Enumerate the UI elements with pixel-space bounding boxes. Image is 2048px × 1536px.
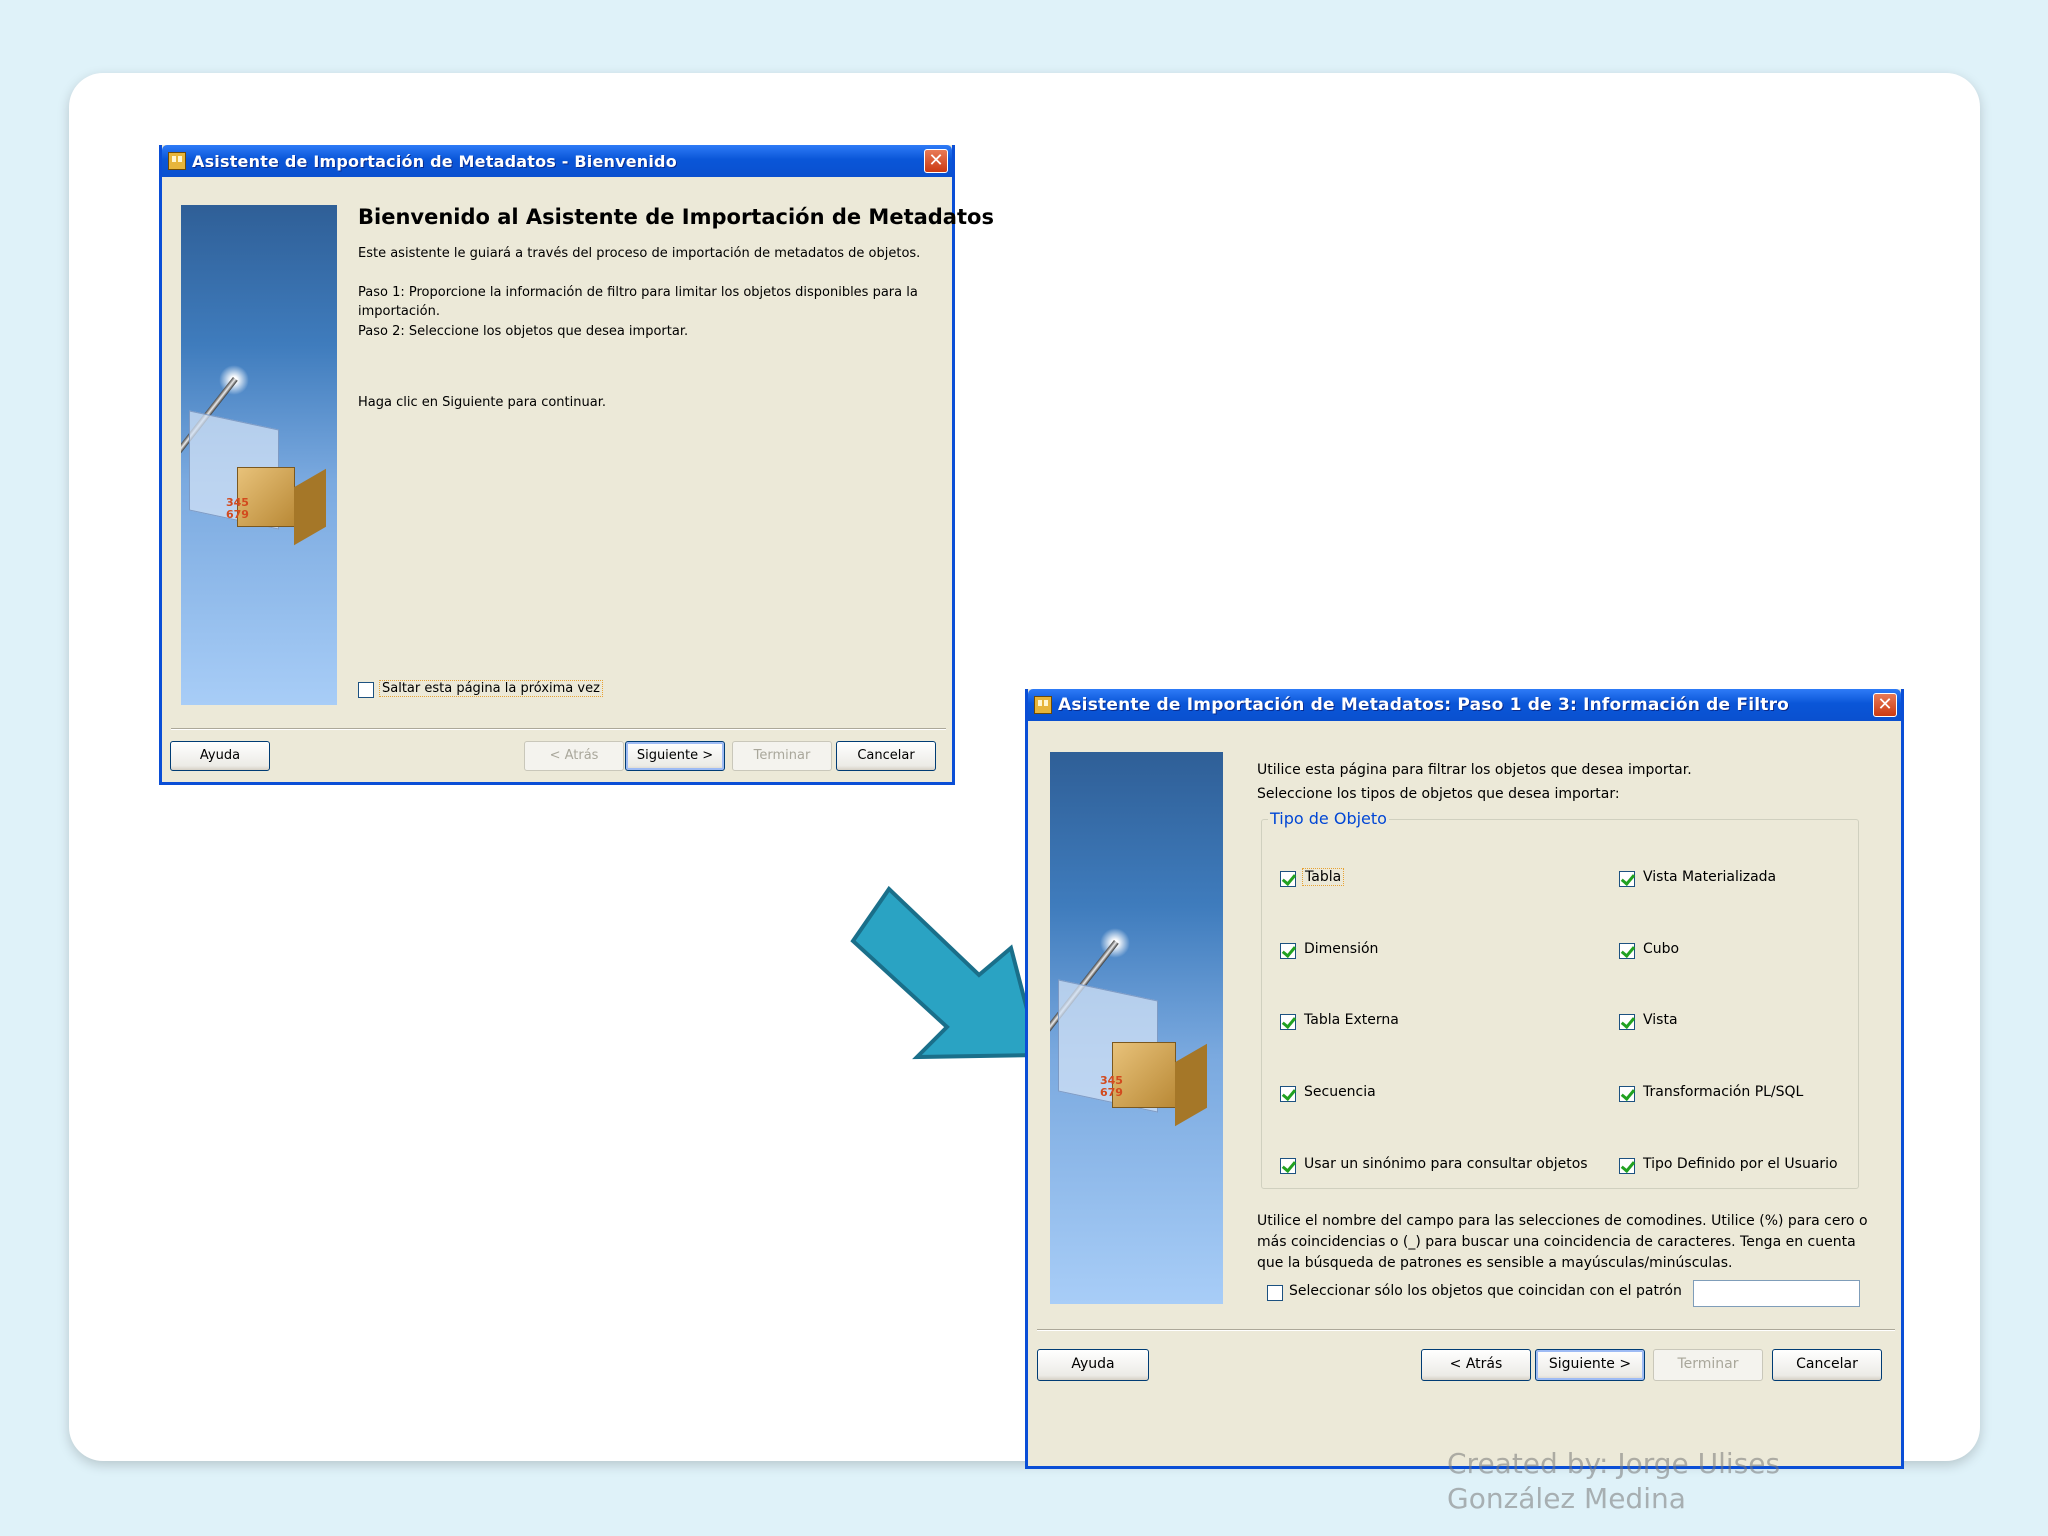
help-button[interactable]: Ayuda <box>1037 1349 1149 1381</box>
object-type-group-title: Tipo de Objeto <box>1268 809 1389 828</box>
dimension-label[interactable]: Dimensión <box>1304 941 1378 957</box>
step2-text: Paso 2: Seleccione los objetos que desea… <box>358 324 689 339</box>
watermark-line-1: Created by: Jorge Ulises <box>1447 1447 1781 1480</box>
back-button[interactable]: < Atrás <box>524 741 624 771</box>
continue-text: Haga clic en Siguiente para continuar. <box>358 395 606 410</box>
back-button[interactable]: < Atrás <box>1421 1349 1531 1381</box>
author-watermark: Created by: Jorge Ulises González Medina <box>1447 1446 1780 1516</box>
next-button[interactable]: Siguiente > <box>1535 1349 1645 1381</box>
finish-button[interactable]: Terminar <box>732 741 832 771</box>
intro-line: Utilice esta página para filtrar los obj… <box>1257 762 1692 778</box>
wizard-side-image: 345 679 <box>1050 752 1223 1304</box>
close-icon[interactable]: ✕ <box>1873 693 1897 717</box>
secuencia-label[interactable]: Secuencia <box>1304 1084 1376 1100</box>
secuencia-checkbox[interactable] <box>1280 1086 1296 1102</box>
vista-materializada-label[interactable]: Vista Materializada <box>1643 869 1776 885</box>
wildcard-help-2: más coincidencias o (_) para buscar una … <box>1257 1234 1856 1250</box>
user-type-label[interactable]: Tipo Definido por el Usuario <box>1643 1156 1838 1172</box>
plsql-checkbox[interactable] <box>1619 1086 1635 1102</box>
welcome-dialog-titlebar[interactable]: Asistente de Importación de Metadatos - … <box>162 145 952 177</box>
filter-dialog: Asistente de Importación de Metadatos: P… <box>1025 689 1904 1469</box>
button-separator <box>1037 1329 1895 1331</box>
step1-text-cont: importación. <box>358 304 440 319</box>
synonym-checkbox[interactable] <box>1280 1158 1296 1174</box>
finish-button[interactable]: Terminar <box>1653 1349 1763 1381</box>
vista-materializada-checkbox[interactable] <box>1619 871 1635 887</box>
pattern-label[interactable]: Seleccionar sólo los objetos que coincid… <box>1289 1283 1682 1299</box>
intro-text: Este asistente le guiará a través del pr… <box>358 246 921 261</box>
wildcard-help-3: que la búsqueda de patrones es sensible … <box>1257 1255 1733 1271</box>
tabla-externa-checkbox[interactable] <box>1280 1014 1296 1030</box>
synonym-label[interactable]: Usar un sinónimo para consultar objetos <box>1304 1156 1588 1172</box>
cubo-label[interactable]: Cubo <box>1643 941 1679 957</box>
help-button[interactable]: Ayuda <box>170 741 270 771</box>
welcome-dialog: Asistente de Importación de Metadatos - … <box>159 145 994 785</box>
cancel-button[interactable]: Cancelar <box>836 741 936 771</box>
dimension-checkbox[interactable] <box>1280 943 1296 959</box>
next-button[interactable]: Siguiente > <box>625 741 725 771</box>
user-type-checkbox[interactable] <box>1619 1158 1635 1174</box>
app-icon <box>168 152 186 170</box>
pattern-input[interactable] <box>1693 1280 1860 1307</box>
pattern-checkbox[interactable] <box>1267 1285 1283 1301</box>
digits-label: 345 679 <box>1100 1074 1123 1099</box>
skip-page-label[interactable]: Saltar esta página la próxima vez <box>379 680 603 697</box>
wildcard-help-1: Utilice el nombre del campo para las sel… <box>1257 1213 1868 1229</box>
digits-label: 345 679 <box>226 496 249 521</box>
filter-dialog-title: Asistente de Importación de Metadatos: P… <box>1058 695 1790 715</box>
filter-dialog-titlebar[interactable]: Asistente de Importación de Metadatos: P… <box>1028 689 1901 721</box>
tabla-label[interactable]: Tabla <box>1302 868 1345 886</box>
skip-page-checkbox[interactable] <box>358 682 374 698</box>
cubo-checkbox[interactable] <box>1619 943 1635 959</box>
welcome-dialog-title: Asistente de Importación de Metadatos - … <box>192 151 677 171</box>
close-icon[interactable]: ✕ <box>924 149 948 173</box>
tabla-checkbox[interactable] <box>1280 871 1296 887</box>
plsql-label[interactable]: Transformación PL/SQL <box>1643 1084 1803 1100</box>
slide-card: Asistente de Importación de Metadatos - … <box>69 73 1980 1515</box>
vista-label[interactable]: Vista <box>1643 1012 1678 1028</box>
app-icon <box>1034 696 1052 714</box>
welcome-heading: Bienvenido al Asistente de Importación d… <box>358 205 994 229</box>
cancel-button[interactable]: Cancelar <box>1772 1349 1882 1381</box>
step1-text: Paso 1: Proporcione la información de fi… <box>358 285 918 300</box>
wizard-side-image: 345 679 <box>181 205 337 705</box>
tabla-externa-label[interactable]: Tabla Externa <box>1304 1012 1399 1028</box>
select-types-line: Seleccione los tipos de objetos que dese… <box>1257 786 1620 802</box>
vista-checkbox[interactable] <box>1619 1014 1635 1030</box>
flow-arrow-shape <box>850 885 1042 1060</box>
watermark-line-2: González Medina <box>1447 1482 1686 1515</box>
flow-arrow-icon <box>850 885 1042 1060</box>
button-separator <box>171 728 946 730</box>
